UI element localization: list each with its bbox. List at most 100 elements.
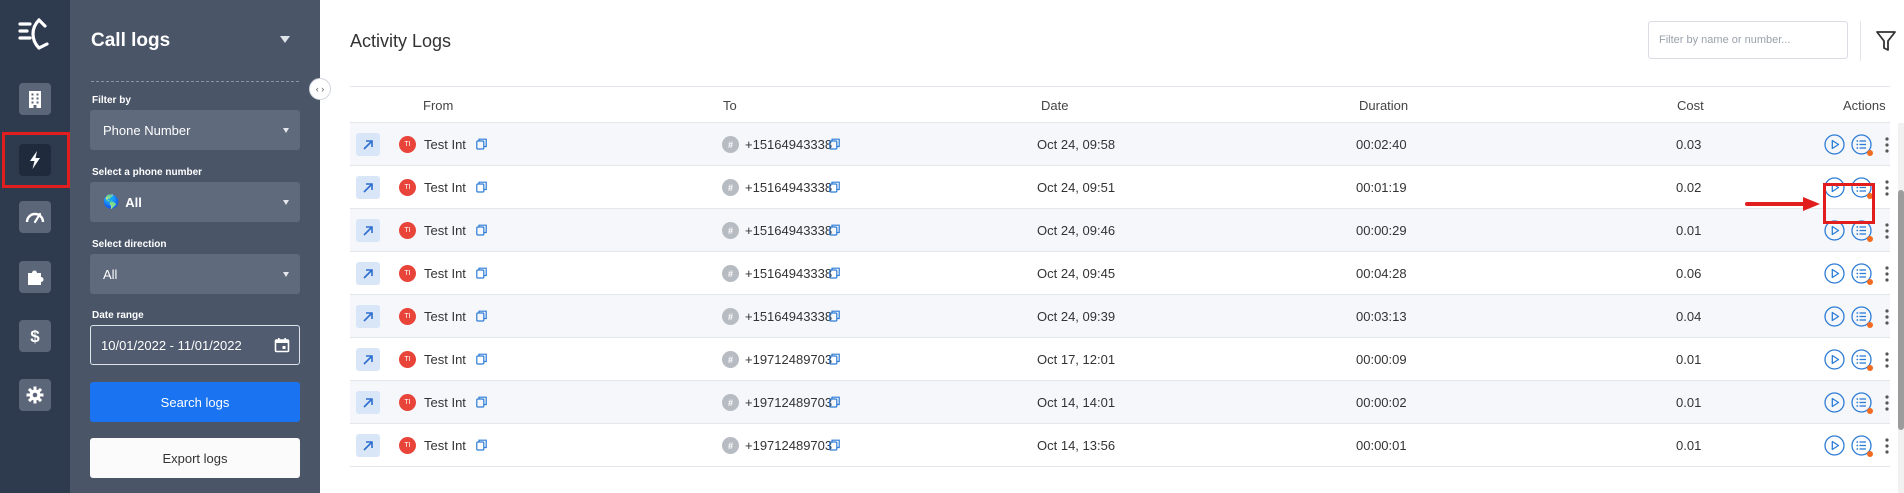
copy-icon[interactable] <box>829 181 840 193</box>
filter-search-input[interactable] <box>1648 21 1848 59</box>
filter-by-select[interactable]: Phone Number <box>90 110 300 150</box>
more-options-icon[interactable] <box>1885 438 1889 454</box>
copy-icon[interactable] <box>476 181 487 193</box>
more-options-icon[interactable] <box>1885 137 1889 153</box>
avatar: TI <box>399 394 416 411</box>
collapse-panel-button[interactable]: ‹ › <box>309 78 331 100</box>
export-logs-button[interactable]: Export logs <box>90 438 300 478</box>
details-list-icon[interactable] <box>1851 263 1873 285</box>
copy-icon[interactable] <box>476 138 487 150</box>
scrollbar-thumb[interactable] <box>1898 190 1904 430</box>
activity-table: From To Date Duration Cost Actions TI Tes… <box>350 86 1890 493</box>
panel-title-caret-icon[interactable] <box>280 36 290 43</box>
copy-icon[interactable] <box>476 224 487 236</box>
avatar: TI <box>399 136 416 153</box>
more-options-icon[interactable] <box>1885 266 1889 282</box>
rail-item-dashboard[interactable] <box>19 201 51 233</box>
copy-icon[interactable] <box>829 439 840 451</box>
column-duration[interactable]: Duration <box>1359 98 1408 113</box>
globe-icon: 🌎 <box>103 194 120 209</box>
phone-number-select[interactable]: 🌎 All <box>90 182 300 222</box>
unread-dot <box>1867 365 1873 371</box>
details-list-icon[interactable] <box>1851 306 1873 328</box>
table-row[interactable]: TI Test Int # +15164943338 Oct 24, 09:46 00:0… <box>350 209 1890 252</box>
copy-icon[interactable] <box>476 396 487 408</box>
avatar: TI <box>399 222 416 239</box>
details-list-icon[interactable] <box>1851 392 1873 414</box>
copy-icon[interactable] <box>476 267 487 279</box>
avatar: TI <box>399 265 416 282</box>
more-options-icon[interactable] <box>1885 352 1889 368</box>
direction-value: All <box>103 266 118 282</box>
details-list-icon[interactable] <box>1851 134 1873 156</box>
column-cost[interactable]: Cost <box>1677 98 1704 113</box>
more-options-icon[interactable] <box>1885 223 1889 239</box>
details-list-icon[interactable] <box>1851 435 1873 457</box>
call-duration: 00:00:01 <box>1356 438 1407 453</box>
icon-rail: $ <box>0 0 70 493</box>
filter-by-label: Filter by <box>92 95 131 106</box>
more-options-icon[interactable] <box>1885 309 1889 325</box>
outgoing-call-icon <box>356 219 380 242</box>
play-recording-icon[interactable] <box>1824 263 1845 284</box>
date-range-label: Date range <box>92 310 144 321</box>
calendar-icon[interactable] <box>274 337 290 353</box>
table-row-partial <box>350 467 1890 493</box>
dollar-icon: $ <box>30 327 40 346</box>
play-recording-icon[interactable] <box>1824 306 1845 327</box>
details-list-icon[interactable] <box>1851 349 1873 371</box>
gear-icon <box>26 386 44 404</box>
call-cost: 0.01 <box>1676 438 1702 453</box>
app-logo-icon[interactable] <box>17 16 53 52</box>
table-row[interactable]: TI Test Int # +15164943338 Oct 24, 09:45 00:0… <box>350 252 1890 295</box>
play-recording-icon[interactable] <box>1824 134 1845 155</box>
search-logs-button[interactable]: Search logs <box>90 382 300 422</box>
more-options-icon[interactable] <box>1885 180 1889 196</box>
rail-item-organization[interactable] <box>19 83 51 115</box>
column-date[interactable]: Date <box>1041 98 1068 113</box>
to-number: +15164943338 <box>745 137 833 152</box>
table-row[interactable]: TI Test Int # +19712489703 Oct 17, 12:01 00:0… <box>350 338 1890 381</box>
call-date: Oct 24, 09:45 <box>1037 266 1116 281</box>
table-row[interactable]: TI Test Int # +15164943338 Oct 24, 09:51 00:0… <box>350 166 1890 209</box>
copy-icon[interactable] <box>476 353 487 365</box>
annotation-arrow <box>1745 197 1820 211</box>
copy-icon[interactable] <box>476 310 487 322</box>
call-cost: 0.06 <box>1676 266 1702 281</box>
unread-dot <box>1867 408 1873 414</box>
play-recording-icon[interactable] <box>1824 435 1845 456</box>
filter-by-value: Phone Number <box>103 122 191 138</box>
to-number: +15164943338 <box>745 223 833 238</box>
chevron-down-icon <box>283 272 289 277</box>
copy-icon[interactable] <box>829 138 840 150</box>
from-name: Test Int <box>424 309 466 324</box>
table-row[interactable]: TI Test Int # +19712489703 Oct 14, 14:01 00:0… <box>350 381 1890 424</box>
header-divider <box>1860 21 1861 61</box>
rail-item-billing[interactable]: $ <box>19 320 51 352</box>
panel-divider <box>91 81 299 82</box>
call-date: Oct 17, 12:01 <box>1037 352 1116 367</box>
play-recording-icon[interactable] <box>1824 349 1845 370</box>
phone-hash-icon: # <box>722 222 739 239</box>
rail-item-integrations[interactable] <box>19 261 51 293</box>
call-cost: 0.03 <box>1676 137 1702 152</box>
copy-icon[interactable] <box>829 267 840 279</box>
copy-icon[interactable] <box>476 439 487 451</box>
phone-hash-icon: # <box>722 265 739 282</box>
direction-select[interactable]: All <box>90 254 300 294</box>
rail-item-settings[interactable] <box>19 379 51 411</box>
column-from[interactable]: From <box>423 98 453 113</box>
table-row[interactable]: TI Test Int # +15164943338 Oct 24, 09:39 00:0… <box>350 295 1890 338</box>
more-options-icon[interactable] <box>1885 395 1889 411</box>
copy-icon[interactable] <box>829 224 840 236</box>
play-recording-icon[interactable] <box>1824 392 1845 413</box>
table-row[interactable]: TI Test Int # +19712489703 Oct 14, 13:56 00:0… <box>350 424 1890 467</box>
copy-icon[interactable] <box>829 353 840 365</box>
table-row[interactable]: TI Test Int # +15164943338 Oct 24, 09:58 00:0… <box>350 123 1890 166</box>
column-to[interactable]: To <box>723 98 737 113</box>
copy-icon[interactable] <box>829 310 840 322</box>
copy-icon[interactable] <box>829 396 840 408</box>
chevron-down-icon <box>283 128 289 133</box>
date-range-input[interactable]: 10/01/2022 - 11/01/2022 <box>90 325 300 365</box>
filter-icon[interactable] <box>1875 29 1897 53</box>
